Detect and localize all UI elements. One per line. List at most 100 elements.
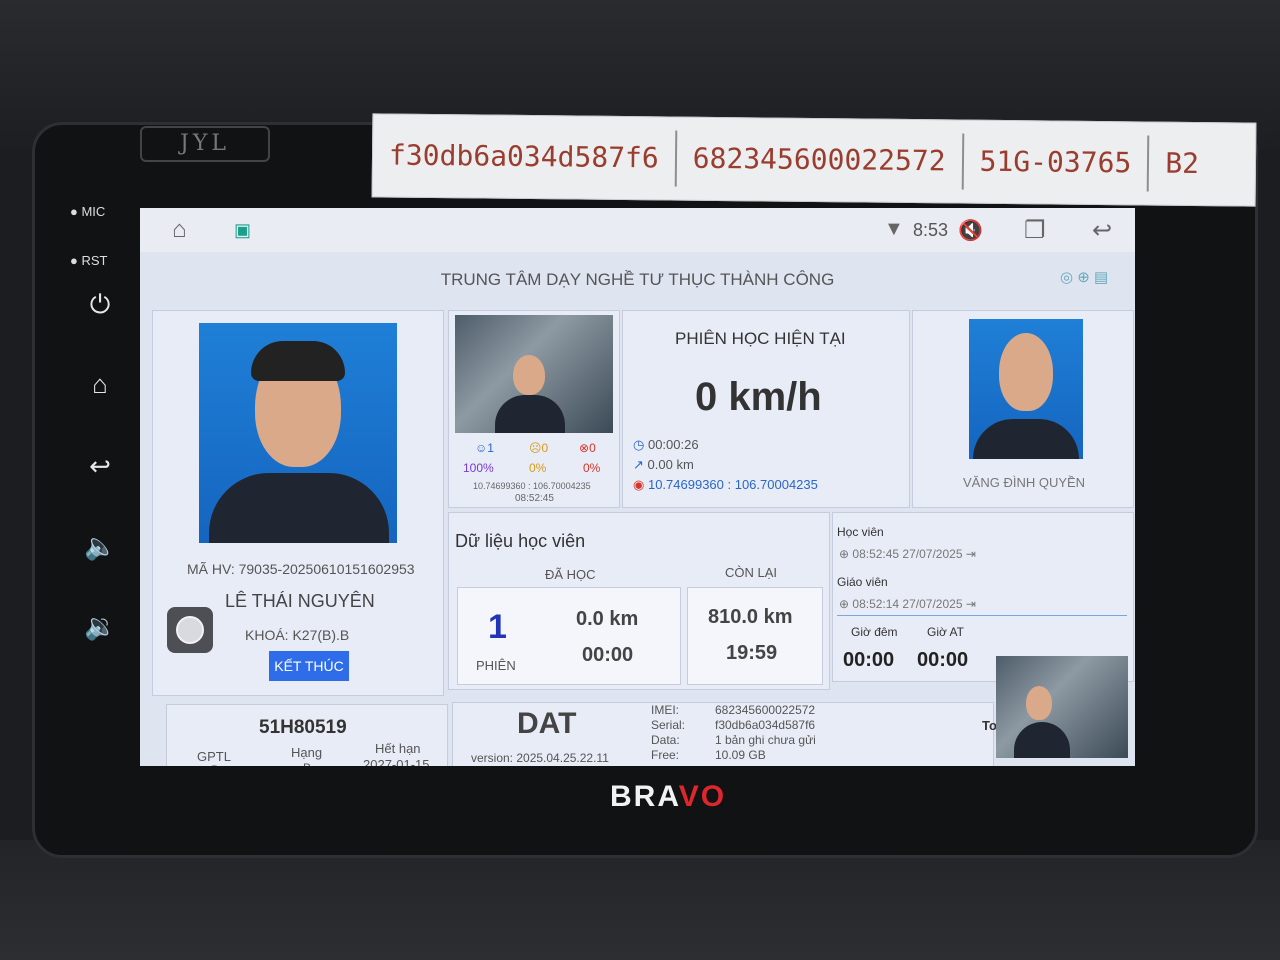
remaining-km: 810.0 km [708, 606, 793, 628]
status-time: 8:53 [913, 220, 949, 240]
cabin-camera-feed [996, 656, 1128, 758]
serial-label: Serial: [651, 718, 686, 732]
vehicle-panel: 51H80519 GPTL B Hạng B Hết hạn 2027-01-1… [166, 704, 448, 766]
imei-label: IMEI: [651, 703, 680, 717]
free-value: 10.09 GB [715, 748, 766, 762]
session-speed: 0 km/h [695, 375, 822, 419]
back-icon[interactable]: ↩ [84, 450, 116, 482]
teacher-photo [969, 319, 1083, 459]
divider [837, 615, 1127, 616]
sticker-label-strip: f30db6a034d587f6 682345600022572 51G-037… [371, 113, 1257, 207]
gptl-label: GPTL [197, 749, 231, 764]
nav-back-icon[interactable]: ↩ [1092, 216, 1112, 245]
remaining-label: CÒN LẠI [725, 565, 778, 580]
session-distance-text: 0.00 km [647, 457, 694, 472]
volume-down-icon[interactable]: 🔉 [84, 610, 116, 642]
globe-icon: ⊕ [1077, 269, 1090, 286]
learned-time: 00:00 [582, 644, 634, 666]
screen: ⌂ ▣ ▼ 8:53 🔇 ❐ ↩ TRUNG TÂM DẠY NGHỀ TƯ T… [140, 208, 1135, 766]
page-title: TRUNG TÂM DẠY NGHỀ TƯ THỤC THÀNH CÔNG [440, 270, 835, 289]
mic-label: ● MIC [70, 204, 106, 219]
session-distance: ↗ 0.00 km [633, 457, 694, 473]
sticker-plate: 51G-03765 [963, 133, 1150, 192]
session-count-label: PHIÊN [476, 658, 516, 673]
session-panel: PHIÊN HỌC HIỆN TẠI 0 km/h ◷ 00:00:26 ↗ 0… [622, 310, 910, 508]
power-icon[interactable]: ⏻ [84, 288, 116, 320]
trend-icon: ↗ [633, 457, 644, 472]
brand-jyl: JYL [140, 126, 270, 162]
gptl-value: B [211, 763, 219, 766]
data-label: Data: [651, 733, 680, 747]
floating-assistive-button[interactable] [167, 607, 213, 653]
face-warn-pct: 0% [529, 461, 547, 475]
teacher-login-time: ⊕ 08:52:14 27/07/2025 ⇥ [839, 597, 976, 611]
night-hours-label: Giờ đêm [851, 625, 898, 639]
brand-bravo-right: VO [678, 780, 727, 813]
face-err-pct: 0% [583, 461, 601, 475]
student-login-time: ⊕ 08:52:45 27/07/2025 ⇥ [839, 547, 976, 561]
recents-icon[interactable]: ❐ [1024, 216, 1046, 245]
rst-button[interactable]: ● RST [70, 253, 107, 268]
student-data-panel: Dữ liệu học viên ĐÃ HỌC CÒN LẠI 1 PHIÊN … [448, 512, 830, 690]
session-count: 1 [488, 608, 507, 646]
dashboard-bottom [0, 840, 1280, 960]
hang-label: Hạng [291, 745, 323, 760]
vehicle-plate: 51H80519 [259, 717, 347, 738]
student-data-title: Dữ liệu học viên [455, 531, 586, 551]
sticker-class: B2 [1165, 146, 1200, 181]
camera-panel: ☺1 ☹0 ⊗0 100% 0% 0% 10.74699360 : 106.70… [448, 310, 620, 508]
status-icons: ◎ ⊕ ▤ [1060, 268, 1108, 286]
overlay-text: To [982, 718, 997, 733]
sticker-imei: 682345600022572 [676, 130, 964, 190]
face-ok-count: ☺1 [475, 441, 494, 455]
learned-km: 0.0 km [576, 608, 639, 630]
mic-label-text: MIC [81, 204, 106, 219]
student-name: LÊ THÁI NGUYÊN [225, 591, 375, 611]
student-panel: MÃ HV: 79035-20250610151602953 LÊ THÁI N… [152, 310, 444, 696]
face-err-count-text: 0 [589, 441, 596, 455]
brand-bravo: BRAVO [610, 780, 726, 814]
face-warn-count: ☹0 [529, 441, 549, 455]
remaining-box: 810.0 km 19:59 [687, 587, 823, 685]
session-coords: ◉ 10.74699360 : 106.70004235 [633, 477, 818, 493]
teacher-login-time-text: 08:52:14 27/07/2025 [852, 597, 963, 611]
serial-value: f30db6a034d587f6 [715, 718, 816, 732]
hang-value: B [303, 761, 311, 766]
remaining-time: 19:59 [726, 642, 778, 664]
rst-label-text: RST [81, 253, 108, 268]
device-info-panel: DAT version: 2025.04.25.22.11 IMEI: Seri… [452, 702, 994, 766]
app-version: version: 2025.04.25.22.11 [471, 751, 609, 765]
teacher-panel: VĂNG ĐÌNH QUYỀN [912, 310, 1134, 508]
face-err-count: ⊗0 [579, 441, 596, 455]
home-outline-icon[interactable]: ⌂ [172, 216, 187, 244]
volume-up-icon[interactable]: 🔈 [84, 530, 116, 562]
clock-icon: ◷ [633, 437, 645, 452]
session-coords-text: 10.74699360 : 106.70004235 [647, 477, 818, 492]
home-icon[interactable]: ⌂ [84, 368, 116, 400]
camera-coords: 10.74699360 : 106.70004235 [473, 481, 591, 491]
brand-bravo-left: BRA [610, 780, 679, 813]
wifi-icon: ▼ [884, 218, 904, 240]
expire-value: 2027-01-15 [363, 757, 430, 766]
student-photo [199, 323, 397, 543]
safety-hours-label: Giờ AT [927, 625, 964, 639]
session-duration: ◷ 00:00:26 [633, 437, 699, 453]
status-bar: ⌂ ▣ ▼ 8:53 🔇 ❐ ↩ [140, 208, 1135, 252]
student-course: KHOÁ: K27(B).B [245, 627, 350, 643]
app-name: DAT [517, 707, 577, 740]
student-login-time-text: 08:52:45 27/07/2025 [852, 547, 963, 561]
learned-box: 1 PHIÊN 0.0 km 00:00 [457, 587, 681, 685]
learned-label: ĐÃ HỌC [545, 567, 596, 582]
db-icon: ▤ [1094, 269, 1109, 286]
mute-icon: 🔇 [958, 220, 983, 242]
camera-time: 08:52:45 [515, 493, 554, 504]
night-hours-value: 00:00 [843, 649, 895, 671]
location-icon: ◉ [633, 477, 645, 492]
camera-feed [455, 315, 613, 433]
session-duration-text: 00:00:26 [647, 437, 699, 452]
face-ok-pct: 100% [463, 461, 494, 475]
imei-value: 682345600022572 [715, 703, 816, 717]
student-login-label: Học viên [837, 525, 884, 539]
sticker-serial: f30db6a034d587f6 [372, 127, 678, 187]
end-session-button[interactable]: KẾT THÚC [269, 651, 349, 681]
